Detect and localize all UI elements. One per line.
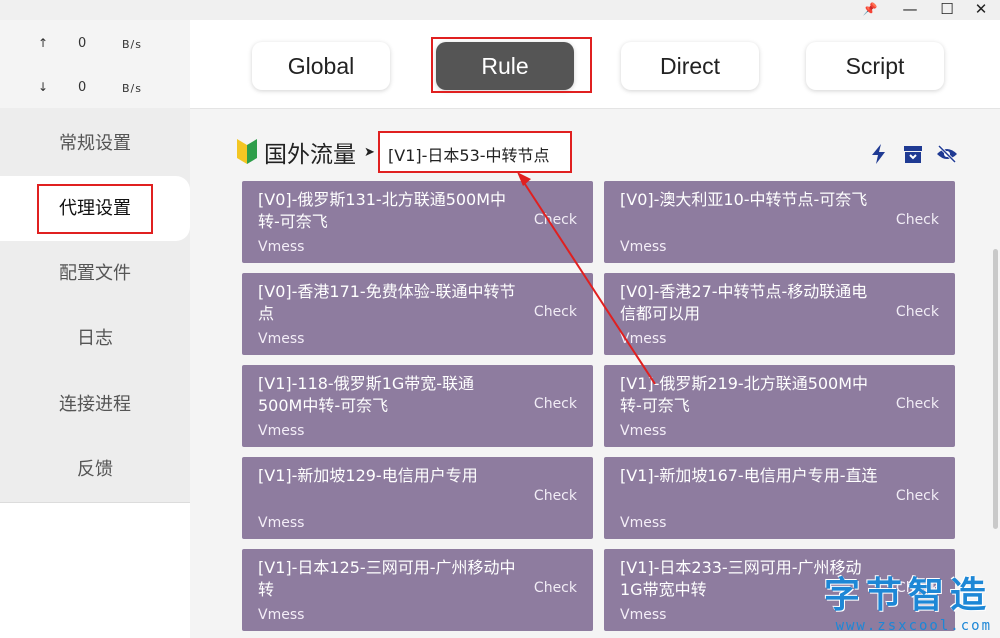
- proxy-type: Vmess: [620, 515, 667, 531]
- mode-direct-button[interactable]: Direct: [621, 42, 759, 90]
- proxy-card[interactable]: [V0]-香港171-免费体验-联通中转节点 Vmess Check: [242, 273, 593, 355]
- proxy-name: [V0]-澳大利亚10-中转节点-可奈飞: [620, 190, 868, 209]
- close-button[interactable]: ✕: [966, 0, 996, 20]
- proxy-type: Vmess: [258, 331, 305, 347]
- sidebar-item-label: 连接进程: [59, 394, 131, 415]
- sidebar-item-label: 反馈: [77, 459, 113, 480]
- watermark-url: www.zsxcool.com: [835, 618, 992, 634]
- sidebar-item-label: 日志: [77, 328, 113, 349]
- upload-arrow-icon: ↑: [38, 36, 49, 50]
- check-button[interactable]: Check: [896, 212, 939, 228]
- proxy-name: [V1]-日本125-三网可用-广州移动中转: [258, 558, 516, 599]
- sidebar-item-logs[interactable]: 日志: [0, 306, 190, 371]
- proxy-type: Vmess: [620, 607, 667, 623]
- proxy-type: Vmess: [620, 423, 667, 439]
- proxy-type: Vmess: [258, 515, 305, 531]
- proxy-main: 国外流量 ➤ [V1]-日本53-中转节点 [V0]-俄罗斯131-北方联通50…: [190, 108, 1000, 638]
- lightning-icon[interactable]: [868, 143, 890, 165]
- mode-script-button[interactable]: Script: [806, 42, 944, 90]
- proxy-name: [V1]-新加坡167-电信用户专用-直连: [620, 466, 878, 485]
- mode-switcher: Global Rule Direct Script: [190, 20, 1000, 108]
- sidebar-item-connections[interactable]: 连接进程: [0, 372, 190, 437]
- sidebar-item-profiles[interactable]: 配置文件: [0, 241, 190, 306]
- proxy-name: [V0]-香港27-中转节点-移动联通电信都可以用: [620, 282, 868, 323]
- download-unit: B/s: [122, 82, 142, 95]
- traffic-panel: ↑ 0 B/s ↓ 0 B/s: [0, 20, 190, 108]
- check-button[interactable]: Check: [534, 212, 577, 228]
- beginner-mark-icon: [237, 139, 257, 164]
- mode-global-button[interactable]: Global: [252, 42, 390, 90]
- sidebar-nav: 常规设置 代理设置 配置文件 日志 连接进程 反馈: [0, 108, 190, 503]
- scrollbar[interactable]: [993, 249, 998, 529]
- download-value: 0: [78, 80, 87, 95]
- proxy-name: [V0]-俄罗斯131-北方联通500M中转-可奈飞: [258, 190, 507, 231]
- proxy-card[interactable]: [V1]-俄罗斯219-北方联通500M中转-可奈飞 Vmess Check: [604, 365, 955, 447]
- proxy-type: Vmess: [620, 331, 667, 347]
- proxy-card[interactable]: [V1]-新加坡129-电信用户专用 Vmess Check: [242, 457, 593, 539]
- pin-icon[interactable]: 📌: [855, 0, 885, 20]
- proxy-name: [V1]-俄罗斯219-北方联通500M中转-可奈飞: [620, 374, 869, 415]
- proxy-name: [V1]-118-俄罗斯1G带宽-联通500M中转-可奈飞: [258, 374, 475, 415]
- proxy-card[interactable]: [V0]-澳大利亚10-中转节点-可奈飞 Vmess Check: [604, 181, 955, 263]
- proxy-group-name: 国外流量: [264, 142, 356, 168]
- proxy-card[interactable]: [V1]-日本125-三网可用-广州移动中转 Vmess Check: [242, 549, 593, 631]
- proxy-card[interactable]: [V0]-俄罗斯131-北方联通500M中转-可奈飞 Vmess Check: [242, 181, 593, 263]
- selected-proxy-name: [V1]-日本53-中转节点: [388, 146, 550, 165]
- upload-unit: B/s: [122, 38, 142, 51]
- sidebar-item-general[interactable]: 常规设置: [0, 111, 190, 176]
- proxy-card[interactable]: [V1]-118-俄罗斯1G带宽-联通500M中转-可奈飞 Vmess Check: [242, 365, 593, 447]
- sidebar-item-feedback[interactable]: 反馈: [0, 437, 190, 502]
- sidebar-item-label: 常规设置: [59, 133, 131, 154]
- check-button[interactable]: Check: [534, 396, 577, 412]
- proxy-card[interactable]: [V0]-香港27-中转节点-移动联通电信都可以用 Vmess Check: [604, 273, 955, 355]
- proxy-type: Vmess: [258, 607, 305, 623]
- proxy-type: Vmess: [620, 239, 667, 255]
- proxy-type: Vmess: [258, 423, 305, 439]
- watermark: 字节智造 www.zsxcool.com: [824, 566, 992, 634]
- download-speed: ↓ 0 B/s: [0, 72, 190, 102]
- rule-highlight-annotation: [431, 37, 592, 93]
- proxy-card[interactable]: [V1]-新加坡167-电信用户专用-直连 Vmess Check: [604, 457, 955, 539]
- minimize-button[interactable]: —: [895, 0, 925, 20]
- check-button[interactable]: Check: [534, 580, 577, 596]
- upload-value: 0: [78, 36, 87, 51]
- group-expand-arrow-icon[interactable]: ➤: [364, 145, 375, 160]
- archive-icon[interactable]: [902, 143, 924, 165]
- proxy-type: Vmess: [258, 239, 305, 255]
- check-button[interactable]: Check: [534, 304, 577, 320]
- watermark-logo-text: 字节智造: [823, 575, 992, 616]
- upload-speed: ↑ 0 B/s: [0, 28, 190, 58]
- check-button[interactable]: Check: [896, 396, 939, 412]
- check-button[interactable]: Check: [896, 488, 939, 504]
- proxy-name: [V1]-新加坡129-电信用户专用: [258, 466, 478, 485]
- check-button[interactable]: Check: [534, 488, 577, 504]
- maximize-button[interactable]: ☐: [932, 0, 962, 20]
- proxy-name: [V0]-香港171-免费体验-联通中转节点: [258, 282, 516, 323]
- download-arrow-icon: ↓: [38, 80, 49, 94]
- selected-proxy-box: [V1]-日本53-中转节点: [378, 131, 572, 173]
- sidebar-item-proxy[interactable]: 代理设置: [0, 176, 190, 241]
- title-bar: 📌 — ☐ ✕: [0, 0, 1000, 20]
- sidebar-item-label: 代理设置: [37, 184, 153, 234]
- sidebar-item-label: 配置文件: [59, 263, 131, 284]
- eye-off-icon[interactable]: [936, 143, 958, 165]
- sidebar: ↑ 0 B/s ↓ 0 B/s 常规设置 代理设置 配置文件 日志 连接进程 反…: [0, 20, 190, 638]
- check-button[interactable]: Check: [896, 304, 939, 320]
